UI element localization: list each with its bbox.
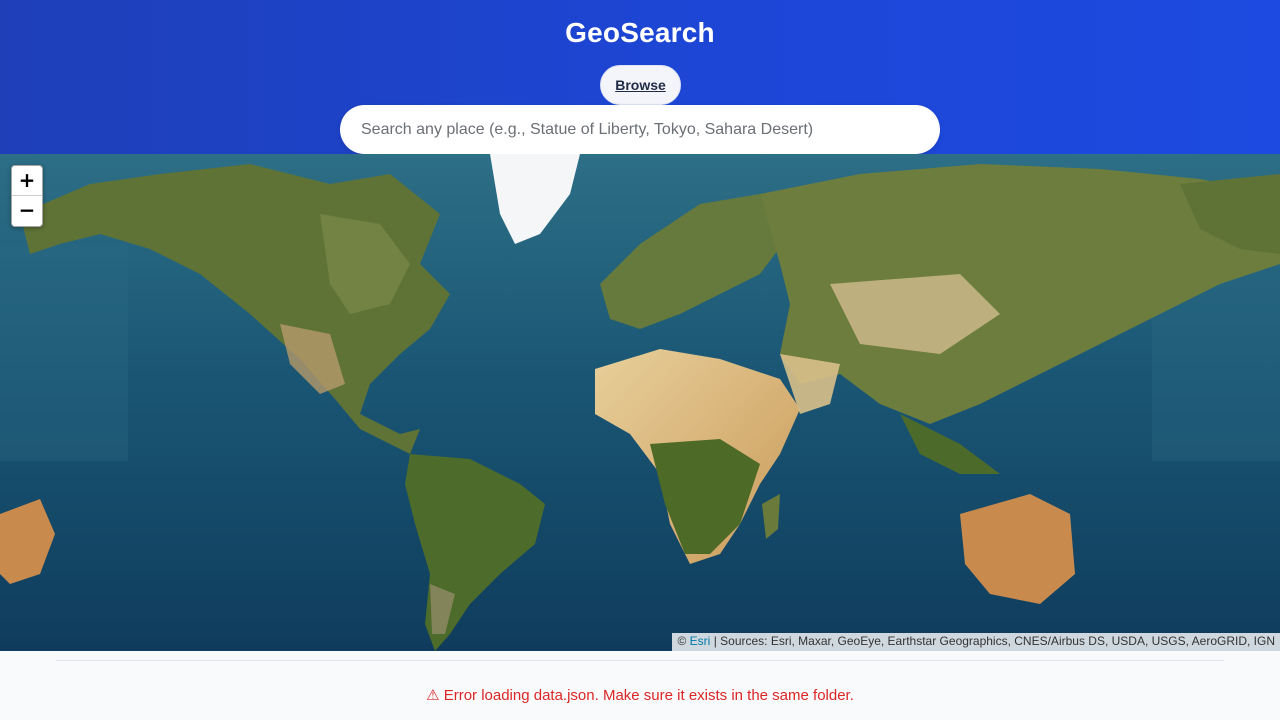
search-box[interactable] xyxy=(340,105,940,154)
esri-link[interactable]: Esri xyxy=(690,634,711,648)
world-map[interactable]: + − © Esri | Sources: Esri, Maxar, GeoEy… xyxy=(0,154,1280,651)
zoom-out-button[interactable]: − xyxy=(12,196,42,226)
zoom-in-button[interactable]: + xyxy=(12,166,42,196)
search-input[interactable] xyxy=(340,105,940,154)
status-footer: ⚠ Error loading data.json. Make sure it … xyxy=(0,651,1280,720)
app-header: GeoSearch Browse xyxy=(0,0,1280,154)
error-message: ⚠ Error loading data.json. Make sure it … xyxy=(426,687,854,704)
attribution-sources: | Sources: Esri, Maxar, GeoEye, Earthsta… xyxy=(713,634,1275,648)
attribution-prefix: © xyxy=(677,634,687,648)
zoom-control: + − xyxy=(11,165,43,227)
browse-button[interactable]: Browse xyxy=(600,65,681,105)
satellite-map-tiles xyxy=(0,154,1280,651)
app-title: GeoSearch xyxy=(565,17,715,48)
map-attribution: © Esri | Sources: Esri, Maxar, GeoEye, E… xyxy=(672,633,1280,651)
divider xyxy=(56,660,1224,661)
